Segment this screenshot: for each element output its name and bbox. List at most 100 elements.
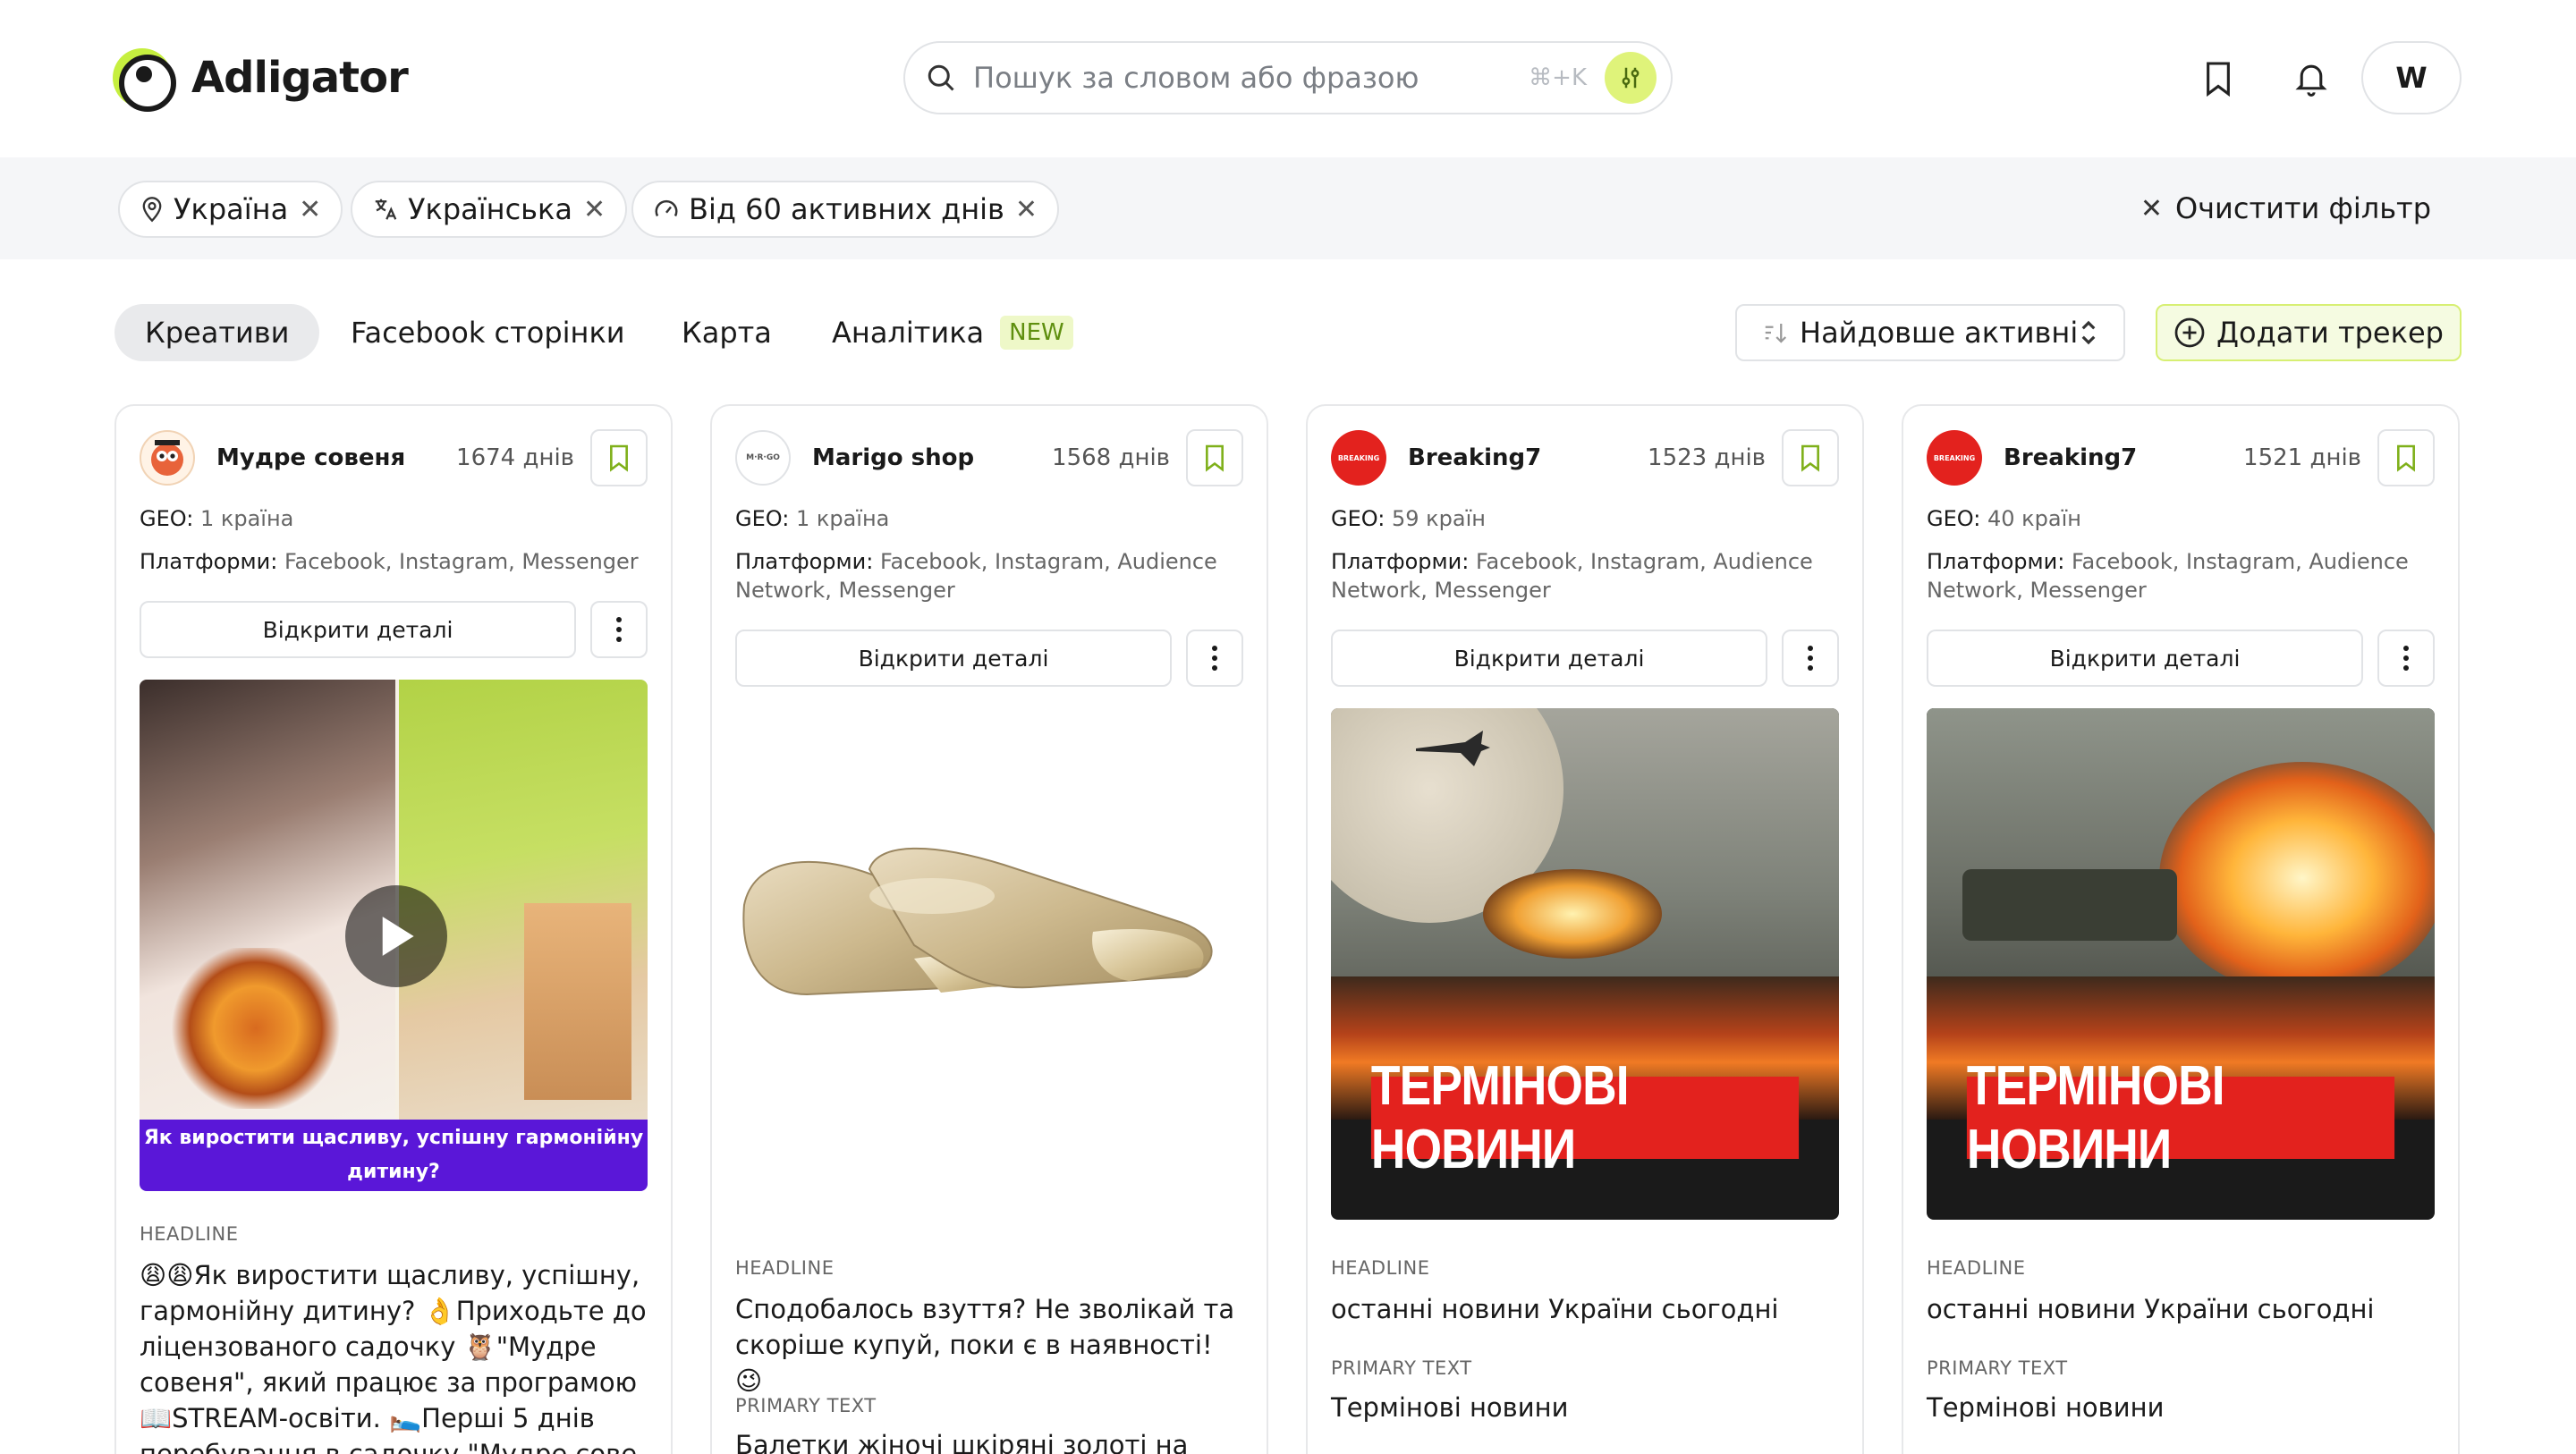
close-icon: ✕ [2140,192,2163,224]
tab-map[interactable]: Карта [651,304,802,361]
open-details-button[interactable]: Відкрити деталі [1331,630,1767,687]
clear-filters-label: Очистити фільтр [2174,191,2431,225]
creative-image-preview[interactable]: ТЕРМІНОВІ НОВИНИ [1927,708,2435,1220]
card-actions: Відкрити деталі [140,601,648,658]
headline-label: HEADLINE [140,1223,239,1245]
search-filter-button[interactable] [1605,52,1657,104]
platforms-info: Платформи: Facebook, Instagram, Messenge… [140,549,639,574]
more-options-button[interactable] [2377,630,2435,687]
creative-video-preview[interactable]: Як виростити щасливу, успішну гармонійну… [140,680,648,1191]
bookmark-button[interactable] [2377,429,2435,486]
open-details-button[interactable]: Відкрити деталі [735,630,1172,687]
card-header: BREAKING Breaking7 1523 днів [1331,429,1839,486]
bookmark-icon [2207,62,2230,97]
active-days: 1521 днів [2243,444,2361,471]
bookmark-button[interactable] [1186,429,1243,486]
page-avatar[interactable]: BREAKING [1927,430,1982,486]
filter-chip-language[interactable]: Українська ✕ [351,181,628,238]
creative-card: BREAKING Breaking7 1523 днів GEO: 59 кра… [1306,404,1864,1454]
news-title-banner: ТЕРМІНОВІ НОВИНИ [1966,1055,2395,1180]
creative-image-preview[interactable] [735,708,1243,1220]
open-details-button[interactable]: Відкрити деталі [1927,630,2363,687]
filter-chip-country[interactable]: Україна ✕ [118,181,343,238]
open-details-button[interactable]: Відкрити деталі [140,601,576,658]
tab-label: Facebook сторінки [351,316,625,350]
remove-filter-icon[interactable]: ✕ [299,194,321,225]
play-icon[interactable] [345,885,447,987]
active-days: 1523 днів [1648,444,1766,471]
creative-card: M·R·GO Marigo shop 1568 днів GEO: 1 краї… [710,404,1268,1454]
top-header: Adligator ⌘+K W [0,0,2576,157]
primary-text: Балетки жіночі шкіряні золоті на [735,1430,1189,1454]
breaking-logo-icon: BREAKING [1933,453,1976,462]
page-name[interactable]: Breaking7 [1408,444,1648,471]
creative-card: Мудре совеня 1674 днів GEO: 1 країна Пла… [114,404,673,1454]
logo-text: Adligator [191,53,409,103]
page-avatar[interactable]: BREAKING [1331,430,1386,486]
geo-info: GEO: 59 країн [1331,506,1486,531]
page-avatar[interactable] [140,430,195,486]
speedometer-icon [653,196,680,223]
tank-silhouette-icon [1962,869,2177,941]
more-options-button[interactable] [1782,630,1839,687]
page-avatar[interactable]: M·R·GO [735,430,791,486]
clear-filters-button[interactable]: ✕ Очистити фільтр [2140,191,2431,225]
bookmark-icon [1801,444,1819,472]
breaking-logo-icon: BREAKING [1337,453,1380,462]
remove-filter-icon[interactable]: ✕ [583,194,606,225]
bookmark-button[interactable] [1782,429,1839,486]
plus-circle-icon [2174,317,2206,349]
headline-text: останні новини України сьогодні [1927,1294,2375,1324]
primary-text: Термінові новини [1927,1392,2165,1423]
filter-chip-label: Від 60 активних днів [689,192,1004,226]
filter-chip-label: Українська [408,192,572,226]
tab-analytics[interactable]: Аналітика NEW [801,304,1104,361]
saved-bookmarks-button[interactable] [2193,54,2243,104]
card-actions: Відкрити деталі [1331,630,1839,687]
active-days: 1674 днів [456,444,574,471]
search-input[interactable] [973,61,1530,95]
creative-card: BREAKING Breaking7 1521 днів GEO: 40 кра… [1902,404,2460,1454]
notifications-button[interactable] [2286,54,2336,104]
headline-text: 😩😩Як виростити щасливу, успішну, гармоні… [140,1260,647,1454]
card-actions: Відкрити деталі [1927,630,2435,687]
sort-dropdown[interactable]: Найдовше активні [1735,304,2125,361]
logo[interactable]: Adligator [113,48,409,112]
search-icon [925,62,957,94]
page-name[interactable]: Мудре совеня [216,444,456,471]
card-actions: Відкрити деталі [735,630,1243,687]
tab-creatives[interactable]: Креативи [114,304,320,361]
search-bar[interactable]: ⌘+K [903,41,1673,114]
jet-silhouette-icon [1416,731,1490,766]
add-tracker-button[interactable]: Додати трекер [2156,304,2462,361]
add-tracker-label: Додати трекер [2216,316,2444,350]
bookmark-icon [1206,444,1224,472]
card-header: BREAKING Breaking7 1521 днів [1927,429,2435,486]
bookmark-button[interactable] [590,429,648,486]
headline-text: останні новини України сьогодні [1331,1294,1779,1324]
news-title-banner: ТЕРМІНОВІ НОВИНИ [1370,1055,1800,1180]
filter-chip-label: Україна [174,192,289,226]
search-shortcut-hint: ⌘+K [1529,64,1587,91]
more-options-button[interactable] [590,601,648,658]
user-avatar[interactable]: W [2361,41,2462,114]
sort-label: Найдовше активні [1800,316,2079,350]
page-name[interactable]: Marigo shop [812,444,1052,471]
remove-filter-icon[interactable]: ✕ [1015,194,1038,225]
platforms-info: Платформи: Facebook, Instagram, Audience… [1331,549,1813,603]
card-header: Мудре совеня 1674 днів [140,429,648,486]
creative-image-preview[interactable]: ТЕРМІНОВІ НОВИНИ [1331,708,1839,1220]
tab-label: Аналітика [832,316,985,350]
more-options-button[interactable] [1186,630,1243,687]
page-name[interactable]: Breaking7 [2004,444,2243,471]
card-header: M·R·GO Marigo shop 1568 днів [735,429,1243,486]
headline-label: HEADLINE [1331,1257,1430,1279]
sliders-icon [1622,67,1640,89]
headline-label: HEADLINE [1927,1257,2026,1279]
primary-text-label: PRIMARY TEXT [735,1395,877,1416]
sort-icon [1765,324,1787,343]
tab-facebook-pages[interactable]: Facebook сторінки [320,304,656,361]
platforms-info: Платформи: Facebook, Instagram, Audience… [735,549,1217,603]
primary-text: Термінові новини [1331,1392,1569,1423]
filter-chip-active-days[interactable]: Від 60 активних днів ✕ [631,181,1060,238]
